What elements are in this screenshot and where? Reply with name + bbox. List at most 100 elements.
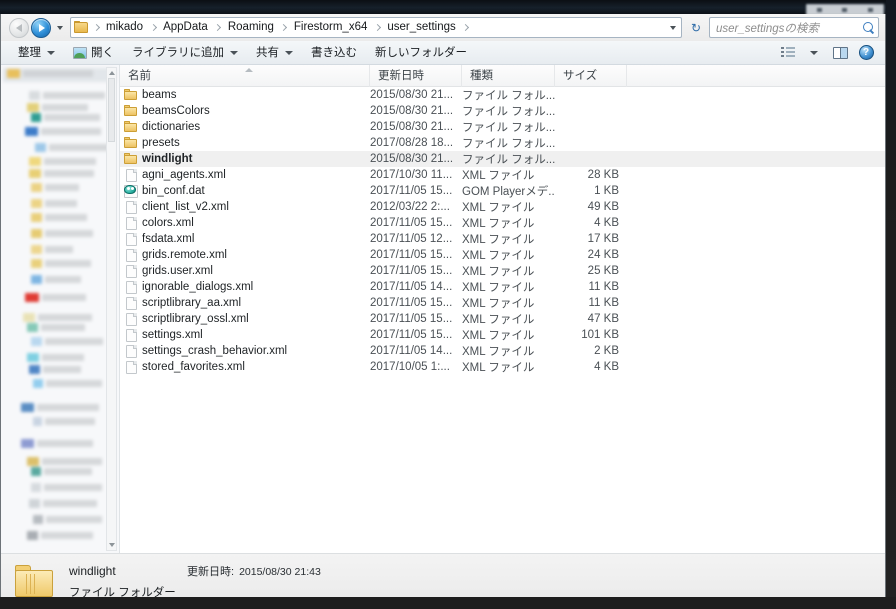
sidebar-item-redacted[interactable] — [21, 403, 99, 412]
row-icon — [120, 200, 142, 214]
date-modified-cell: 2015/08/30 21... — [370, 121, 454, 133]
breadcrumb-item-user-settings[interactable]: user_settings — [383, 18, 459, 37]
forward-button[interactable] — [31, 17, 51, 38]
refresh-icon: ↻ — [690, 20, 702, 35]
refresh-button[interactable]: ↻ — [686, 17, 706, 38]
sidebar-item-icon — [33, 379, 43, 388]
breadcrumb[interactable]: mikado AppData Roaming Firestorm_x64 use… — [70, 17, 682, 38]
table-row[interactable]: fsdata.xml 2017/11/05 12... XML ファイル 17 KB — [120, 231, 885, 247]
table-row[interactable]: ignorable_dialogs.xml 2017/11/05 14... XML… — [120, 279, 885, 295]
sidebar-item-label-redacted — [45, 418, 95, 425]
sidebar-item-redacted[interactable] — [29, 91, 105, 100]
breadcrumb-item-firestorm[interactable]: Firestorm_x64 — [290, 18, 372, 37]
sidebar-item-redacted[interactable] — [31, 213, 87, 222]
navigation-pane[interactable] — [1, 65, 120, 553]
sidebar-item-redacted[interactable] — [29, 157, 96, 166]
history-dropdown-button[interactable] — [53, 18, 66, 38]
sidebar-item-redacted[interactable] — [31, 259, 91, 268]
date-modified-cell: 2017/10/05 1:... — [370, 361, 450, 373]
table-row[interactable]: beamsColors 2015/08/30 21... ファイル フォル... — [120, 103, 885, 119]
sidebar-item-label-redacted — [41, 128, 101, 135]
scroll-down-arrow-icon[interactable] — [107, 540, 116, 550]
help-button[interactable]: ? — [855, 43, 877, 63]
sidebar-item-redacted[interactable] — [33, 379, 102, 388]
sidebar-item-redacted[interactable] — [7, 69, 93, 78]
table-row[interactable]: scriptlibrary_aa.xml 2017/11/05 15... XML … — [120, 295, 885, 311]
sidebar-item-redacted[interactable] — [23, 313, 92, 322]
sidebar-item-redacted[interactable] — [31, 113, 100, 122]
scrollbar-thumb[interactable] — [108, 78, 115, 142]
chevron-down-icon — [670, 25, 676, 30]
view-mode-button[interactable] — [777, 43, 799, 63]
navigation-pane-scrollbar[interactable] — [106, 67, 117, 551]
sidebar-item-redacted[interactable] — [31, 467, 92, 476]
sidebar-item-redacted[interactable] — [25, 293, 86, 302]
table-row[interactable]: agni_agents.xml 2017/10/30 11... XML ファイル 2… — [120, 167, 885, 183]
sidebar-item-redacted[interactable] — [33, 515, 102, 524]
table-row[interactable]: grids.user.xml 2017/11/05 15... XML ファイル 25… — [120, 263, 885, 279]
scroll-up-arrow-icon[interactable] — [107, 68, 116, 78]
table-row[interactable]: beams 2015/08/30 21... ファイル フォル... — [120, 87, 885, 103]
sidebar-item-redacted[interactable] — [27, 103, 88, 112]
row-icon — [120, 328, 142, 342]
sidebar-item-redacted[interactable] — [21, 439, 93, 448]
back-button[interactable] — [9, 17, 29, 38]
table-row[interactable]: client_list_v2.xml 2012/03/22 2:... XML ファ… — [120, 199, 885, 215]
table-row[interactable]: dictionaries 2015/08/30 21... ファイル フォル... — [120, 119, 885, 135]
sidebar-item-redacted[interactable] — [25, 127, 101, 136]
desktop-backdrop-right — [886, 0, 896, 609]
address-bar: mikado AppData Roaming Firestorm_x64 use… — [1, 14, 885, 41]
sidebar-item-redacted[interactable] — [31, 183, 79, 192]
file-size-cell: 49 KB — [587, 201, 619, 213]
add-to-library-button[interactable]: ライブラリに追加 — [123, 42, 247, 64]
column-header-size[interactable]: サイズ — [555, 65, 627, 87]
table-row[interactable]: scriptlibrary_ossl.xml 2017/11/05 15... XM… — [120, 311, 885, 327]
sidebar-item-label-redacted — [37, 404, 99, 411]
sidebar-item-redacted[interactable] — [29, 169, 94, 178]
xml-file-icon — [125, 248, 137, 262]
explorer-window: mikado AppData Roaming Firestorm_x64 use… — [0, 14, 886, 597]
sidebar-item-redacted[interactable] — [27, 323, 85, 332]
sidebar-item-redacted[interactable] — [31, 199, 77, 208]
sidebar-item-icon — [29, 365, 40, 374]
sidebar-item-redacted[interactable] — [27, 531, 93, 540]
sidebar-item-redacted[interactable] — [27, 353, 84, 362]
row-icon — [120, 280, 142, 294]
sidebar-item-redacted[interactable] — [31, 483, 102, 492]
sidebar-item-redacted[interactable] — [31, 245, 73, 254]
sidebar-item-redacted[interactable] — [27, 457, 102, 466]
sidebar-item-redacted[interactable] — [35, 143, 113, 152]
table-row[interactable]: windlight 2015/08/30 21... ファイル フォル... — [120, 151, 885, 167]
column-header-date[interactable]: 更新日時 — [370, 65, 462, 87]
table-row[interactable]: stored_favorites.xml 2017/10/05 1:... XML … — [120, 359, 885, 375]
table-row[interactable]: colors.xml 2017/11/05 15... XML ファイル 4 KB — [120, 215, 885, 231]
open-button[interactable]: 開く — [64, 42, 123, 64]
sidebar-item-redacted[interactable] — [31, 275, 81, 284]
column-header-type[interactable]: 種類 — [462, 65, 555, 87]
sidebar-item-redacted[interactable] — [29, 365, 81, 374]
table-row[interactable]: presets 2017/08/28 18... ファイル フォル... — [120, 135, 885, 151]
column-header-name[interactable]: 名前 — [120, 65, 370, 87]
view-mode-dropdown[interactable] — [803, 43, 825, 63]
preview-pane-button[interactable] — [829, 43, 851, 63]
sidebar-item-redacted[interactable] — [31, 229, 93, 238]
help-icon: ? — [858, 45, 874, 60]
sidebar-item-redacted[interactable] — [29, 499, 97, 508]
search-input[interactable]: user_settingsの検索 — [709, 17, 879, 38]
table-row[interactable]: bin_conf.dat 2017/11/05 15... GOM Playerメデ… — [120, 183, 885, 199]
table-row[interactable]: grids.remote.xml 2017/11/05 15... XML ファイル… — [120, 247, 885, 263]
breadcrumb-item-appdata[interactable]: AppData — [159, 18, 212, 37]
table-row[interactable]: settings.xml 2017/11/05 15... XML ファイル 101 … — [120, 327, 885, 343]
share-button[interactable]: 共有 — [247, 42, 302, 64]
table-row[interactable]: settings_crash_behavior.xml 2017/11/05 14… — [120, 343, 885, 359]
new-folder-button[interactable]: 新しいフォルダー — [366, 42, 476, 64]
sidebar-item-redacted[interactable] — [31, 337, 103, 346]
breadcrumb-item-mikado[interactable]: mikado — [102, 18, 147, 37]
sidebar-item-redacted[interactable] — [33, 417, 95, 426]
sidebar-item-label-redacted — [42, 354, 84, 361]
burn-button[interactable]: 書き込む — [302, 42, 366, 64]
breadcrumb-item-roaming[interactable]: Roaming — [224, 18, 278, 37]
breadcrumb-dropdown-button[interactable] — [670, 25, 679, 30]
organize-button[interactable]: 整理 — [9, 42, 64, 64]
file-name-cell: fsdata.xml — [142, 233, 195, 245]
